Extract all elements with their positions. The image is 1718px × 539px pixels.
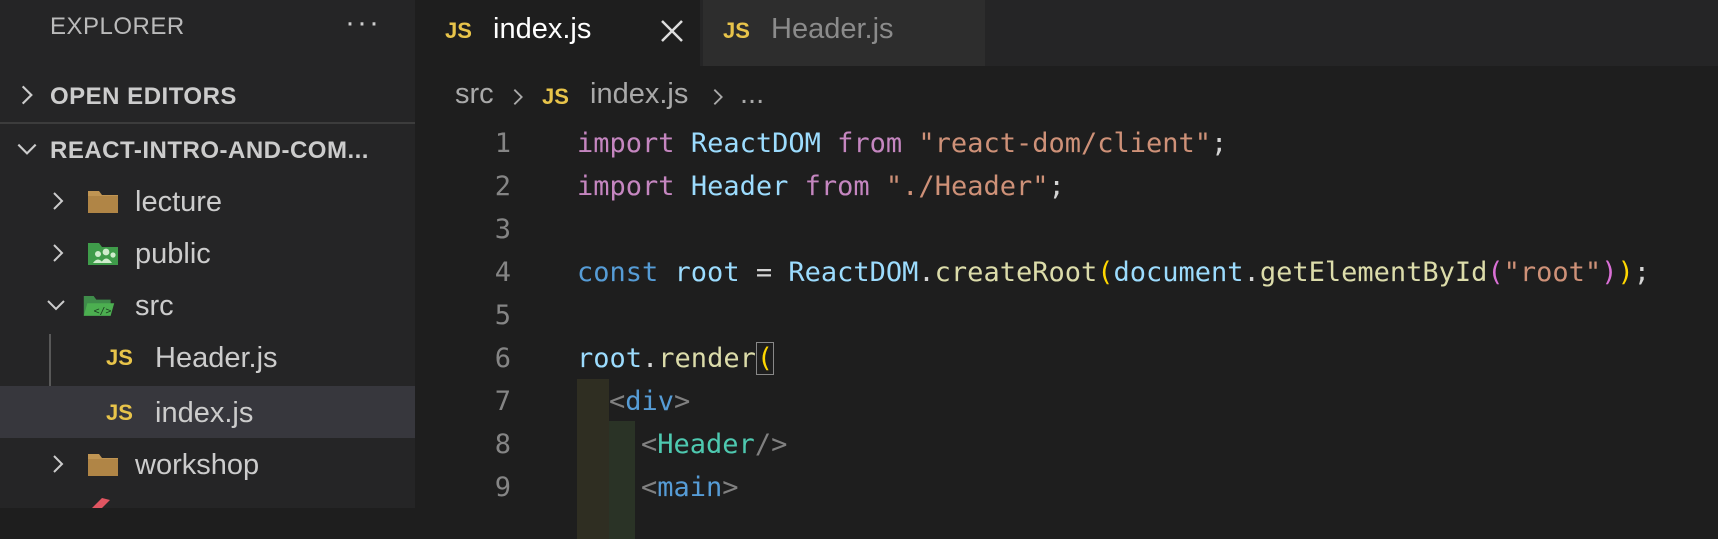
breadcrumb: src JS index.js ...	[415, 74, 1718, 118]
svg-text:</>: </>	[94, 306, 112, 317]
breadcrumb-folder[interactable]: src	[455, 78, 494, 111]
chevron-right-icon	[713, 89, 723, 105]
js-file-icon: JS	[723, 18, 750, 43]
explorer-header: EXPLORER ···	[0, 0, 415, 56]
indent-guide	[609, 421, 635, 539]
tree-item-index-js[interactable]: JS index.js	[0, 386, 415, 438]
code-line: const root = ReactDOM.createRoot(documen…	[577, 257, 1650, 288]
tree-item-label: public	[135, 238, 211, 270]
chevron-right-icon	[513, 89, 523, 105]
project-section[interactable]: REACT-INTRO-AND-COM...	[0, 124, 415, 174]
chevron-right-icon	[53, 192, 64, 210]
tab-header-js[interactable]: JS Header.js	[703, 0, 985, 66]
breadcrumb-file[interactable]: index.js	[590, 78, 688, 111]
line-number: 6	[494, 343, 511, 374]
code-line: import Header from "./Header";	[577, 171, 1065, 202]
file-icon	[92, 498, 110, 508]
tab-label: Header.js	[771, 13, 894, 45]
indent-guide	[577, 379, 609, 539]
chevron-down-icon	[47, 300, 65, 311]
code-line: root.render(	[577, 342, 775, 375]
bracket-match: (	[755, 342, 775, 375]
folder-src-icon: </>	[83, 296, 115, 317]
tree-item-label: src	[135, 290, 174, 322]
ellipsis-icon[interactable]: ···	[345, 6, 381, 40]
line-number: 7	[494, 386, 511, 417]
tab-label: index.js	[493, 13, 592, 45]
tree-item-lecture[interactable]: lecture	[0, 175, 415, 227]
code-line: <div>	[609, 386, 691, 417]
folder-public-icon	[88, 243, 118, 265]
line-number: 8	[494, 429, 511, 460]
js-file-icon: JS	[106, 400, 133, 425]
breadcrumb-ellipsis[interactable]: ...	[740, 78, 764, 111]
folder-icon	[88, 454, 118, 476]
tree-item-header-js[interactable]: JS Header.js	[0, 331, 415, 383]
close-icon[interactable]	[655, 14, 689, 48]
js-file-icon: JS	[106, 345, 133, 370]
tree-item-label: index.js	[155, 397, 254, 429]
chevron-right-icon	[21, 85, 33, 105]
folder-icon	[88, 191, 118, 213]
js-file-icon: JS	[445, 18, 472, 43]
chevron-down-icon	[17, 143, 37, 155]
code-line: import ReactDOM from "react-dom/client";	[577, 128, 1228, 159]
line-number: 1	[494, 128, 511, 159]
tree-item-workshop[interactable]: workshop	[0, 438, 415, 490]
explorer-sidebar: EXPLORER ··· OPEN EDITORS REACT-INTRO-AN…	[0, 0, 415, 508]
tree-item-label: Header.js	[155, 342, 278, 374]
tree-item-label: lecture	[135, 186, 223, 218]
js-file-icon: JS	[542, 84, 569, 109]
line-number: 3	[494, 214, 511, 245]
line-number: 5	[494, 300, 511, 331]
line-number: 9	[494, 472, 511, 503]
chevron-right-icon	[53, 244, 64, 262]
code-editor[interactable]: 1 2 3 4 5 6 7 8 9 import ReactDOM from "…	[415, 118, 1718, 539]
line-number: 2	[494, 171, 511, 202]
explorer-title: EXPLORER	[50, 13, 185, 40]
chevron-right-icon	[53, 455, 64, 473]
tree-item-public[interactable]: public	[0, 227, 415, 279]
tab-index-js[interactable]: JS index.js	[415, 0, 700, 66]
open-editors-label: OPEN EDITORS	[50, 83, 237, 110]
code-line: <main>	[641, 472, 739, 503]
open-editors-section[interactable]: OPEN EDITORS	[0, 70, 415, 120]
tab-bar: JS index.js JS Header.js	[415, 0, 1718, 66]
project-label: REACT-INTRO-AND-COM...	[50, 137, 369, 164]
line-number: 4	[494, 257, 511, 288]
tree-item-label: workshop	[135, 449, 260, 481]
tree-item-src[interactable]: </> src	[0, 279, 415, 331]
code-line: <Header/>	[641, 429, 788, 460]
